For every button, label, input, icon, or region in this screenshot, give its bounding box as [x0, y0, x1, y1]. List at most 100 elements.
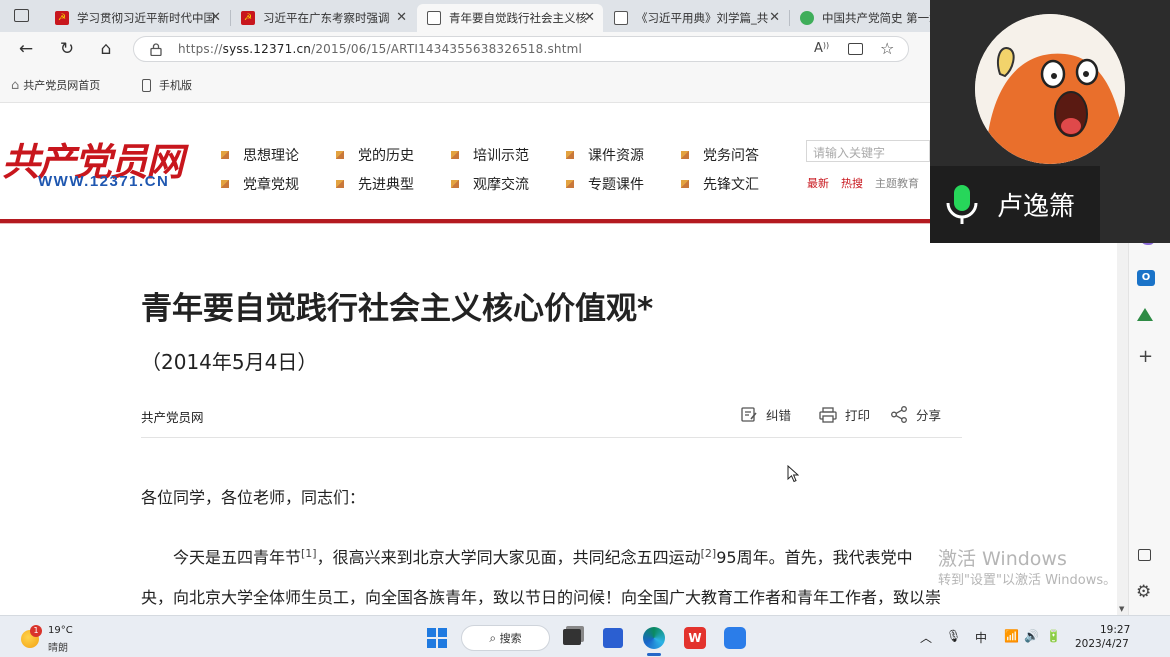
globe-green-icon — [800, 11, 814, 25]
show-hidden-icons[interactable]: ︿ — [920, 629, 932, 646]
tab-1[interactable]: ☭ 学习贯彻习近平新时代中国 ✕ — [45, 4, 229, 32]
ime-indicator[interactable]: 中 — [975, 629, 987, 646]
wifi-icon[interactable]: 📶 — [1004, 629, 1019, 643]
bullet-icon — [681, 151, 689, 159]
edge-sidebar: O + ⚙ — [1128, 239, 1170, 615]
hot-link-theme[interactable]: 主题教育 — [875, 175, 919, 191]
tab-title: 中国共产党简史 第一章 — [822, 11, 930, 25]
settings-icon[interactable]: ⚙ — [1136, 582, 1151, 602]
tab-3-active[interactable]: 青年要自觉践行社会主义核 ✕ — [417, 4, 603, 32]
activation-watermark-title: 激活 Windows — [938, 548, 1067, 570]
windows-taskbar: 1 19°C 晴朗 ⌕ 搜索 W ︿ 🎙 中 📶 🔊 🔋 19:27 2023/… — [0, 615, 1170, 657]
add-icon[interactable]: + — [1138, 346, 1153, 367]
share-button[interactable]: 分享 — [890, 405, 941, 424]
refresh-icon[interactable]: ↻ — [54, 36, 80, 62]
article-title: 青年要自觉践行社会主义核心价值观* — [141, 291, 654, 327]
hot-link-trending[interactable]: 热搜 — [841, 175, 863, 191]
weather-temp: 19°C — [48, 625, 73, 636]
active-app-indicator — [647, 653, 661, 656]
scroll-down-arrow-icon[interactable]: ▼ — [1119, 605, 1124, 613]
close-icon[interactable]: ✕ — [210, 10, 221, 25]
meeting-app-icon[interactable] — [724, 627, 746, 649]
tab-actions-icon[interactable] — [14, 9, 29, 22]
participant-name: 卢逸箫 — [997, 192, 1076, 222]
volume-icon[interactable]: 🔊 — [1024, 629, 1039, 643]
menu-item-theory[interactable]: 思想理论 — [221, 145, 299, 165]
site-logo-url[interactable]: WWW.12371.CN — [38, 173, 169, 190]
microphone-icon[interactable] — [944, 183, 980, 227]
tab-title: 习近平在广东考察时强调 — [263, 11, 390, 25]
menu-item-models[interactable]: 先进典型 — [336, 174, 414, 194]
menu-item-special[interactable]: 专题课件 — [566, 174, 644, 194]
footnote-link[interactable]: [1] — [301, 547, 317, 560]
sidebar-toggle-icon[interactable] — [1138, 549, 1151, 561]
store-icon[interactable] — [603, 628, 623, 648]
document-icon — [427, 11, 441, 25]
taskbar-search[interactable]: ⌕ 搜索 — [461, 625, 550, 651]
hot-link-latest[interactable]: 最新 — [807, 175, 829, 191]
home-icon: ⌂ — [11, 77, 20, 93]
print-button[interactable]: 打印 — [819, 405, 870, 424]
article-paragraph-line: 央，向北京大学全体师生员工，向全国各族青年，致以节日的问候！向全国广大教育工作者… — [141, 588, 942, 607]
article-paragraph: 今天是五四青年节[1]，很高兴来到北京大学同大家见面，共同纪念五四运动[2]95… — [173, 547, 913, 567]
tab-5[interactable]: 中国共产党简史 第一章 — [790, 4, 930, 32]
favorite-mobile[interactable]: 手机版 — [142, 77, 192, 93]
tree-icon[interactable] — [1137, 308, 1153, 321]
favorite-star-icon[interactable]: ☆ — [880, 39, 894, 58]
menu-item-history[interactable]: 党的历史 — [336, 145, 414, 165]
mouse-cursor-icon — [787, 465, 799, 483]
microphone-tray-icon[interactable]: 🎙 — [946, 629, 961, 643]
close-icon[interactable]: ✕ — [396, 10, 407, 25]
menu-item-articles[interactable]: 先锋文汇 — [681, 174, 759, 194]
favorite-home[interactable]: ⌂ 共产党员网首页 — [11, 77, 100, 93]
menu-item-courseware[interactable]: 课件资源 — [566, 145, 644, 165]
bullet-icon — [221, 180, 229, 188]
back-icon[interactable]: ← — [13, 36, 39, 62]
task-view-icon[interactable] — [563, 629, 581, 645]
activation-watermark-hint: 转到"设置"以激活 Windows。 — [938, 573, 1117, 588]
bullet-icon — [451, 180, 459, 188]
outlook-icon[interactable]: O — [1137, 270, 1155, 286]
immersive-reader-icon[interactable] — [848, 43, 863, 55]
tab-title: 青年要自觉践行社会主义核 — [449, 11, 587, 25]
close-icon[interactable]: ✕ — [584, 10, 595, 25]
bullet-icon — [566, 151, 574, 159]
site-search-input[interactable]: 请输入关键字 — [806, 140, 930, 162]
party-emblem-icon: ☭ — [55, 11, 69, 25]
tab-title: 学习贯彻习近平新时代中国 — [77, 11, 215, 25]
bullet-icon — [566, 180, 574, 188]
weather-widget[interactable]: 1 19°C 晴朗 — [19, 624, 99, 654]
address-bar[interactable]: https://syss.12371.cn/2015/06/15/ARTI143… — [133, 36, 909, 62]
lock-icon[interactable] — [150, 43, 162, 56]
share-icon — [891, 406, 907, 423]
tab-2[interactable]: ☭ 习近平在广东考察时强调 ✕ — [231, 4, 415, 32]
read-aloud-icon[interactable]: A)) — [814, 41, 829, 56]
edge-browser-icon[interactable] — [643, 627, 665, 649]
start-windows-icon[interactable] — [427, 628, 447, 648]
tab-4[interactable]: 《习近平用典》刘学篇_共 ✕ — [604, 4, 788, 32]
menu-item-qa[interactable]: 党务问答 — [681, 145, 759, 165]
menu-item-regulations[interactable]: 党章党规 — [221, 174, 299, 194]
video-call-overlay[interactable]: 卢逸箫 — [930, 0, 1170, 243]
weather-desc: 晴朗 — [48, 643, 68, 654]
menu-item-exchange[interactable]: 观摩交流 — [451, 174, 529, 194]
tab-title: 《习近平用典》刘学篇_共 — [636, 11, 769, 25]
phone-icon — [142, 78, 151, 92]
printer-icon — [819, 406, 837, 423]
clock-time[interactable]: 19:27 — [1100, 624, 1130, 636]
bullet-icon — [336, 151, 344, 159]
participant-avatar — [975, 14, 1125, 164]
edit-icon — [741, 407, 757, 422]
article-greeting: 各位同学，各位老师，同志们： — [141, 488, 366, 507]
battery-icon[interactable]: 🔋 — [1046, 629, 1061, 643]
correct-button[interactable]: 纠错 — [741, 405, 791, 424]
home-icon[interactable]: ⌂ — [93, 36, 119, 62]
search-icon: ⌕ — [489, 631, 497, 645]
clock-date[interactable]: 2023/4/27 — [1075, 638, 1129, 650]
footnote-link[interactable]: [2] — [701, 547, 717, 560]
close-icon[interactable]: ✕ — [769, 10, 780, 25]
wps-office-icon[interactable]: W — [684, 627, 706, 649]
article-divider — [141, 437, 962, 438]
bullet-icon — [681, 180, 689, 188]
menu-item-training[interactable]: 培训示范 — [451, 145, 529, 165]
